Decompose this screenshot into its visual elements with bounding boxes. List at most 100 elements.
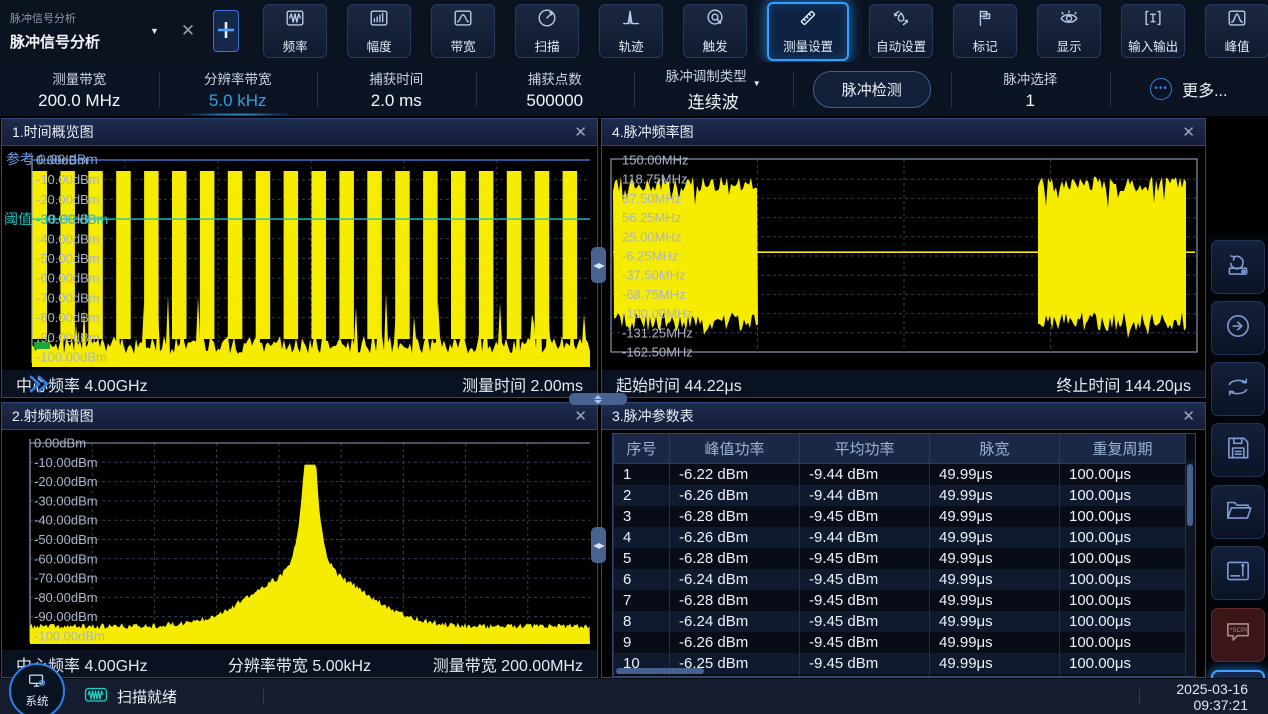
close-tab-icon[interactable]: ✕ bbox=[181, 21, 195, 41]
table-cell: 6 bbox=[614, 569, 670, 590]
setting-value: 1 bbox=[1026, 91, 1035, 111]
table-cell: -9.45 dBm bbox=[800, 674, 930, 677]
toolbar-button-freq[interactable]: 频率 bbox=[263, 4, 327, 58]
more-button[interactable]: •••更多... bbox=[1110, 62, 1268, 116]
chevron-down-icon[interactable]: ▼ bbox=[150, 26, 159, 36]
panel-header[interactable]: 2.射频频谱图 ✕ bbox=[2, 403, 597, 430]
table-row[interactable]: 3-6.28 dBm-9.45 dBm49.99μs100.00μs bbox=[614, 506, 1186, 527]
table-cell: -6.22 dBm bbox=[670, 464, 800, 486]
toolbar-button-peak[interactable]: 峰值 bbox=[1205, 4, 1268, 58]
table-cell: -6.28 dBm bbox=[670, 590, 800, 611]
sidebar-button-run[interactable] bbox=[1211, 301, 1265, 355]
svg-text:-60.00dBm: -60.00dBm bbox=[36, 271, 100, 286]
sidebar-button-preset[interactable] bbox=[1211, 240, 1265, 294]
toolbar-button-label: 轨迹 bbox=[619, 36, 644, 55]
setting-rbw[interactable]: 分辨率带宽5.0 kHz bbox=[159, 62, 318, 116]
toolbar-button-io[interactable]: 输入输出 bbox=[1121, 4, 1185, 58]
table-row[interactable]: 6-6.24 dBm-9.45 dBm49.99μs100.00μs bbox=[614, 569, 1186, 590]
rf-spectrum-footer: 中心频率 4.00GHz 分辨率带宽 5.00kHz 测量带宽 200.00MH… bbox=[2, 650, 597, 677]
table-row[interactable]: 8-6.24 dBm-9.45 dBm49.99μs100.00μs bbox=[614, 611, 1186, 632]
table-cell: 100.00μs bbox=[1060, 548, 1186, 569]
stop-time-readout: 终止时间 144.20μs bbox=[1056, 372, 1191, 396]
table-cell: 49.99μs bbox=[930, 527, 1060, 548]
table-cell: -6.26 dBm bbox=[670, 485, 800, 506]
svg-text:-37.50MHz: -37.50MHz bbox=[622, 268, 686, 283]
table-row[interactable]: 11-6.23 dBm-9.45 dBm49.99μs100.00μs bbox=[614, 674, 1186, 677]
system-button-label: 系统 bbox=[26, 693, 49, 709]
toolbar-button-trigger[interactable]: 触发 bbox=[683, 4, 747, 58]
add-view-button[interactable] bbox=[213, 10, 239, 52]
table-row[interactable]: 7-6.28 dBm-9.45 dBm49.99μs100.00μs bbox=[614, 590, 1186, 611]
sidebar-button-save[interactable] bbox=[1211, 423, 1265, 477]
column-splitter-handle-top[interactable]: ◀▶ bbox=[591, 247, 606, 283]
table-cell: 100.00μs bbox=[1060, 674, 1186, 677]
table-row[interactable]: 9-6.26 dBm-9.45 dBm49.99μs100.00μs bbox=[614, 632, 1186, 653]
table-row[interactable]: 4-6.26 dBm-9.44 dBm49.99μs100.00μs bbox=[614, 527, 1186, 548]
scan-status-text: 扫描就绪 bbox=[117, 686, 177, 707]
table-row[interactable]: 2-6.26 dBm-9.44 dBm49.99μs100.00μs bbox=[614, 485, 1186, 506]
setting-cap-points[interactable]: 捕获点数500000 bbox=[476, 62, 635, 116]
column-splitter-handle-bottom[interactable]: ◀▶ bbox=[591, 527, 606, 563]
toolbar-button-sweep[interactable]: 扫描 bbox=[515, 4, 579, 58]
svg-text:-40.00dBm: -40.00dBm bbox=[36, 231, 100, 246]
toolbar-button-label: 幅度 bbox=[367, 36, 392, 55]
setting-label: 测量带宽 bbox=[52, 68, 106, 88]
horizontal-scrollbar[interactable] bbox=[616, 668, 704, 674]
toolbar-button-label: 峰值 bbox=[1225, 36, 1250, 55]
svg-text:-68.75MHz: -68.75MHz bbox=[622, 287, 686, 302]
panel-header[interactable]: 4.脉冲频率图 ✕ bbox=[602, 119, 1205, 146]
trace-icon bbox=[620, 7, 642, 34]
svg-text:-70.00dBm: -70.00dBm bbox=[34, 571, 98, 586]
table-column-header: 峰值功率 bbox=[670, 434, 800, 464]
rf-spectrum-chart[interactable]: 0.00dBm-10.00dBm-20.00dBm-30.00dBm-40.00… bbox=[2, 430, 597, 650]
panel-time-overview: 1.时间概览图 ✕ 0.00dBm-10.00dBm-20.00dBm-30.0… bbox=[1, 118, 598, 398]
toolbar-button-bw[interactable]: 带宽 bbox=[431, 4, 495, 58]
vertical-scrollbar[interactable] bbox=[1185, 461, 1195, 676]
status-bar: 系统 扫描就绪 2025-03-16 09:37:21 bbox=[0, 678, 1268, 714]
table-row[interactable]: 1-6.22 dBm-9.44 dBm49.99μs100.00μs bbox=[614, 464, 1186, 486]
toolbar-button-label: 显示 bbox=[1057, 36, 1082, 55]
double-chevron-right-icon[interactable] bbox=[24, 372, 56, 401]
setting-pulse-detect[interactable]: 脉冲检测 bbox=[793, 62, 952, 116]
sidebar-button-scpi[interactable]: *SCPI bbox=[1211, 608, 1265, 662]
table-cell: 11 bbox=[614, 674, 670, 677]
pulse-detect-button[interactable]: 脉冲检测 bbox=[813, 71, 931, 108]
toolbar-button-display[interactable]: 显示 bbox=[1037, 4, 1101, 58]
table-cell: 100.00μs bbox=[1060, 590, 1186, 611]
more-label: 更多... bbox=[1182, 77, 1227, 101]
svg-text:-50.00dBm: -50.00dBm bbox=[36, 251, 100, 266]
toolbar-button-marker[interactable]: 标记 bbox=[953, 4, 1017, 58]
span-readout: 测量带宽 200.00MHz bbox=[433, 652, 583, 676]
setting-pulse-select[interactable]: 脉冲选择1 bbox=[951, 62, 1110, 116]
setting-label: 捕获点数 bbox=[528, 68, 582, 88]
table-cell: -6.26 dBm bbox=[670, 527, 800, 548]
sidebar-button-winlay[interactable] bbox=[1211, 546, 1265, 600]
marker-flag-icon bbox=[974, 7, 996, 34]
panel-header[interactable]: 1.时间概览图 ✕ bbox=[2, 119, 597, 146]
panel-header[interactable]: 3.脉冲参数表 ✕ bbox=[602, 403, 1205, 430]
system-button[interactable]: 系统 bbox=[9, 663, 65, 714]
scpi-icon: *SCPI bbox=[1223, 618, 1253, 653]
input-output-icon bbox=[1142, 7, 1164, 34]
close-icon[interactable]: ✕ bbox=[1182, 123, 1195, 141]
time-overview-chart[interactable]: 0.00dBm-10.00dBm-20.00dBm-30.00dBm-40.00… bbox=[2, 146, 597, 370]
toolbar-button-amp[interactable]: 幅度 bbox=[347, 4, 411, 58]
row-splitter-handle[interactable] bbox=[569, 393, 627, 405]
close-icon[interactable]: ✕ bbox=[1182, 407, 1195, 425]
table-cell: 9 bbox=[614, 632, 670, 653]
table-cell: -9.45 dBm bbox=[800, 548, 930, 569]
toolbar-button-meas[interactable]: 测量设置 bbox=[767, 2, 849, 61]
close-icon[interactable]: ✕ bbox=[574, 123, 587, 141]
setting-mod-type[interactable]: 脉冲调制类型▼连续波 bbox=[634, 62, 793, 116]
setting-meas-bw[interactable]: 测量带宽200.0 MHz bbox=[0, 62, 159, 116]
svg-text:-10.00dBm: -10.00dBm bbox=[34, 455, 98, 470]
close-icon[interactable]: ✕ bbox=[574, 407, 587, 425]
app-tab[interactable]: 脉冲信号分析 脉冲信号分析 ▼ ✕ bbox=[0, 10, 195, 52]
sidebar-button-refresh[interactable] bbox=[1211, 362, 1265, 416]
setting-cap-time[interactable]: 捕获时间2.0 ms bbox=[317, 62, 476, 116]
sidebar-button-open[interactable] bbox=[1211, 485, 1265, 539]
table-row[interactable]: 5-6.28 dBm-9.45 dBm49.99μs100.00μs bbox=[614, 548, 1186, 569]
pulse-frequency-chart[interactable]: 150.00MHz118.75MHz87.50MHz56.25MHz25.00M… bbox=[602, 146, 1205, 370]
toolbar-button-auto[interactable]: 自动设置 bbox=[869, 4, 933, 58]
toolbar-button-trace[interactable]: 轨迹 bbox=[599, 4, 663, 58]
